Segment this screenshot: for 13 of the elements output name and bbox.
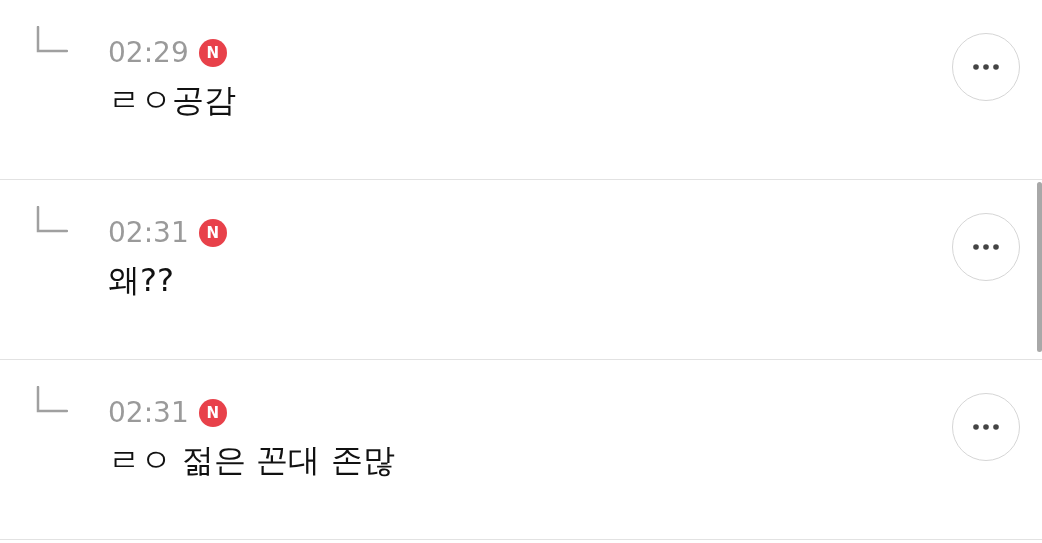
comment-text: ㄹㅇ 젊은 꼰대 존많 [108,440,396,480]
comment-text: 왜?? [108,260,175,300]
comment-time: 02:31 [108,396,189,430]
new-badge: N [198,39,227,67]
more-icon [973,64,999,70]
more-icon [973,424,999,430]
more-icon [973,244,999,250]
new-badge: N [198,399,227,427]
comment-time: 02:31 [108,216,189,250]
scrollbar[interactable] [1037,182,1042,352]
new-badge: N [198,219,227,247]
comment-time: 02:29 [108,36,189,70]
comment-text: ㄹㅇ공감 [108,80,237,120]
